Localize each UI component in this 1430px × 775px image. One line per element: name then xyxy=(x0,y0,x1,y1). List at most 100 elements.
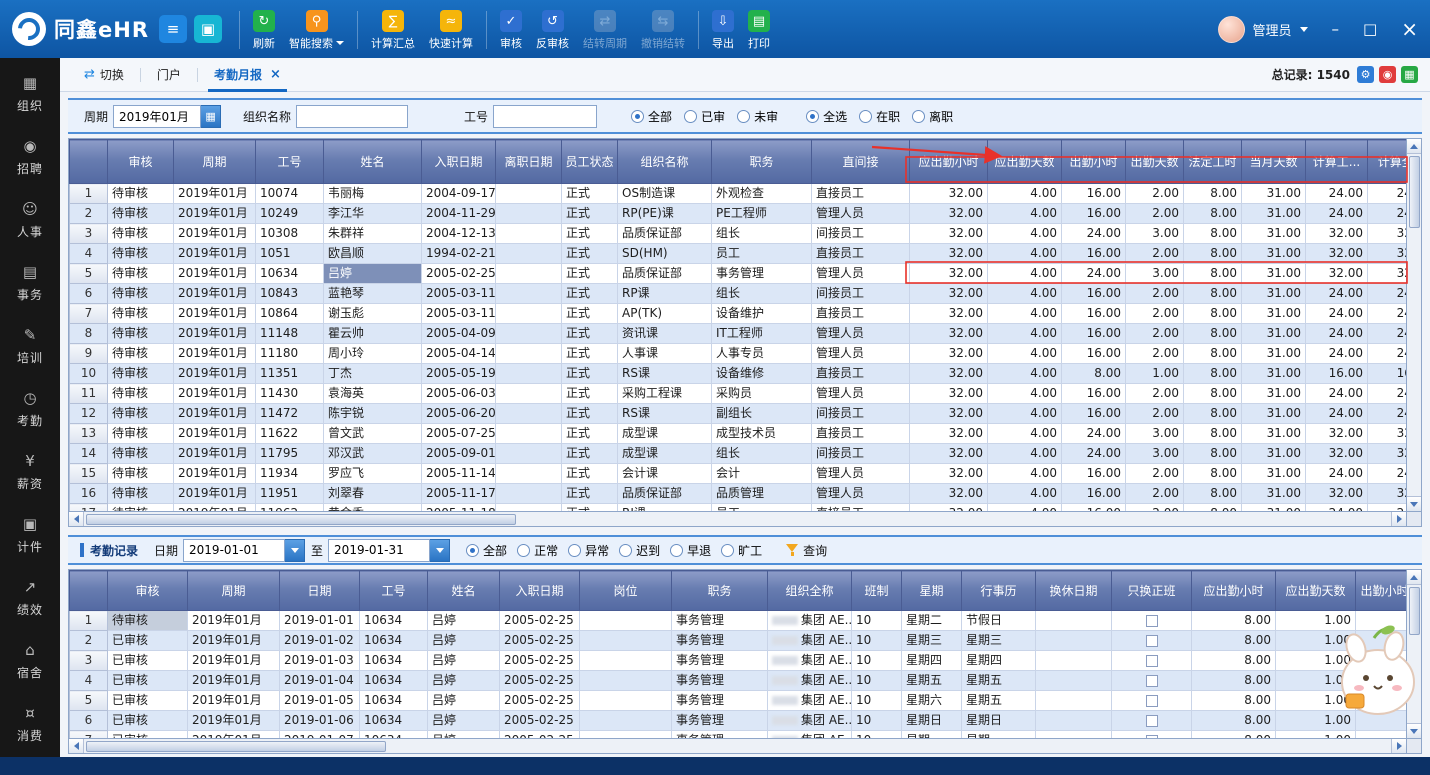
cell[interactable]: 正式 xyxy=(562,424,618,444)
cell[interactable]: PE工程师 xyxy=(712,204,812,224)
cell[interactable]: 31.00 xyxy=(1242,504,1306,513)
cell[interactable]: 节假日 xyxy=(962,611,1036,631)
cell[interactable]: 8.00 xyxy=(1184,464,1242,484)
cell[interactable]: 4.00 xyxy=(988,404,1062,424)
scroll-up-icon[interactable] xyxy=(1407,139,1421,154)
cell[interactable]: 韦丽梅 xyxy=(324,184,422,204)
tab-attendance-monthly[interactable]: 考勤月报× xyxy=(198,58,297,92)
bottom-vscroll-thumb[interactable] xyxy=(1409,587,1420,635)
cell[interactable]: 2019年01月 xyxy=(174,404,256,424)
calendar-icon[interactable]: ▦ xyxy=(201,105,221,128)
sidebar-item-recruit[interactable]: ◉招聘 xyxy=(0,125,60,188)
cell[interactable]: 吕婷 xyxy=(428,651,500,671)
cell[interactable]: 正式 xyxy=(562,264,618,284)
cell[interactable]: 2019年01月 xyxy=(174,444,256,464)
cell[interactable]: 采购员 xyxy=(712,384,812,404)
cell[interactable]: 正式 xyxy=(562,224,618,244)
cell[interactable]: 已审核 xyxy=(108,691,188,711)
cell[interactable]: 24.00 xyxy=(1306,324,1368,344)
cell[interactable]: 10 xyxy=(852,731,902,740)
cell[interactable]: 8.00 xyxy=(1184,444,1242,464)
cell[interactable]: 1.00 xyxy=(1276,671,1356,691)
undo-carryover-button[interactable]: ⇆撤销结转 xyxy=(634,7,692,51)
cell[interactable]: 事务管理 xyxy=(672,711,768,731)
cell[interactable] xyxy=(1036,731,1112,740)
cell[interactable]: 10864 xyxy=(256,304,324,324)
checkbox-unchecked[interactable] xyxy=(1146,675,1158,687)
cell[interactable]: 2.00 xyxy=(1126,284,1184,304)
cell[interactable]: 31.00 xyxy=(1242,424,1306,444)
cell[interactable]: 11795 xyxy=(256,444,324,464)
row-number[interactable]: 9 xyxy=(70,344,108,364)
cell[interactable]: 2.00 xyxy=(1126,304,1184,324)
cell[interactable]: 32.00 xyxy=(910,184,988,204)
cell[interactable]: 24.00 xyxy=(1306,464,1368,484)
column-header[interactable]: 直间接 xyxy=(812,140,910,184)
cell[interactable]: 32.00 xyxy=(910,464,988,484)
cell[interactable]: 31.00 xyxy=(1242,224,1306,244)
row-number[interactable]: 15 xyxy=(70,464,108,484)
cell[interactable]: 周小玲 xyxy=(324,344,422,364)
cell[interactable]: RS课 xyxy=(618,404,712,424)
cell[interactable]: 吕婷 xyxy=(324,264,422,284)
cell[interactable]: 待审核 xyxy=(108,364,174,384)
row-number[interactable]: 11 xyxy=(70,384,108,404)
cell[interactable]: 8.00 xyxy=(1184,244,1242,264)
cell[interactable]: 事务管理 xyxy=(712,264,812,284)
close-button[interactable]: × xyxy=(1401,17,1418,41)
cell[interactable]: 1.00 xyxy=(1126,364,1184,384)
cell[interactable]: 10308 xyxy=(256,224,324,244)
grid-icon[interactable]: ▦ xyxy=(1401,66,1418,83)
cell[interactable]: 8.00 xyxy=(1184,224,1242,244)
cell[interactable]: 32.00 xyxy=(910,264,988,284)
cell[interactable]: 管理人员 xyxy=(812,344,910,364)
radio-audited[interactable]: 已审 xyxy=(684,108,725,125)
date-to-dropdown-icon[interactable] xyxy=(430,539,450,562)
cell[interactable]: 2005-11-14 xyxy=(422,464,496,484)
cell[interactable]: 待审核 xyxy=(108,184,174,204)
cell[interactable]: 32.00 xyxy=(1306,244,1368,264)
cell[interactable]: 11962 xyxy=(256,504,324,513)
sidebar-item-personnel[interactable]: ☺人事 xyxy=(0,188,60,251)
column-header[interactable]: 入职日期 xyxy=(500,571,580,611)
cell[interactable]: 16.00 xyxy=(1062,324,1126,344)
row-number[interactable]: 12 xyxy=(70,404,108,424)
cell[interactable]: 4.00 xyxy=(988,424,1062,444)
cell[interactable]: 正式 xyxy=(562,244,618,264)
cell[interactable]: 11180 xyxy=(256,344,324,364)
query-button[interactable]: 查询 xyxy=(786,542,827,559)
cell[interactable]: 16.00 xyxy=(1062,304,1126,324)
cell[interactable] xyxy=(496,344,562,364)
cell[interactable]: 外观检查 xyxy=(712,184,812,204)
cell[interactable]: 管理人员 xyxy=(812,324,910,344)
cell[interactable]: 32.00 xyxy=(1306,444,1368,464)
cell[interactable]: 2004-09-17 xyxy=(422,184,496,204)
cell[interactable]: 待审核 xyxy=(108,484,174,504)
cell[interactable]: 正式 xyxy=(562,444,618,464)
cell[interactable]: 10 xyxy=(852,611,902,631)
cell[interactable]: 事务管理 xyxy=(672,651,768,671)
cell[interactable]: 蓝艳琴 xyxy=(324,284,422,304)
user-avatar[interactable] xyxy=(1218,16,1245,43)
reverse-audit-button[interactable]: ↺反审核 xyxy=(529,7,576,51)
alert-icon[interactable]: ◉ xyxy=(1379,66,1396,83)
cell[interactable]: 32.00 xyxy=(1306,224,1368,244)
cell[interactable]: 2019-01-07 xyxy=(280,731,360,740)
cell[interactable] xyxy=(580,691,672,711)
cell[interactable]: 2004-11-29 xyxy=(422,204,496,224)
cell[interactable]: 采购工程课 xyxy=(618,384,712,404)
cell[interactable]: 32.00 xyxy=(910,324,988,344)
column-header[interactable]: 员工状态 xyxy=(562,140,618,184)
tab-close-icon[interactable]: × xyxy=(270,67,281,82)
row-number[interactable]: 7 xyxy=(70,731,108,740)
cell[interactable]: 32.00 xyxy=(1306,484,1368,504)
cell[interactable]: 32.00 xyxy=(910,244,988,264)
cell[interactable] xyxy=(496,184,562,204)
cell[interactable] xyxy=(496,204,562,224)
radio-select-all[interactable]: 全选 xyxy=(806,108,847,125)
cell[interactable]: 8.00 xyxy=(1184,404,1242,424)
cell[interactable] xyxy=(1036,671,1112,691)
cell[interactable]: 待审核 xyxy=(108,204,174,224)
cell[interactable]: 管理人员 xyxy=(812,264,910,284)
checkbox-unchecked[interactable] xyxy=(1146,615,1158,627)
